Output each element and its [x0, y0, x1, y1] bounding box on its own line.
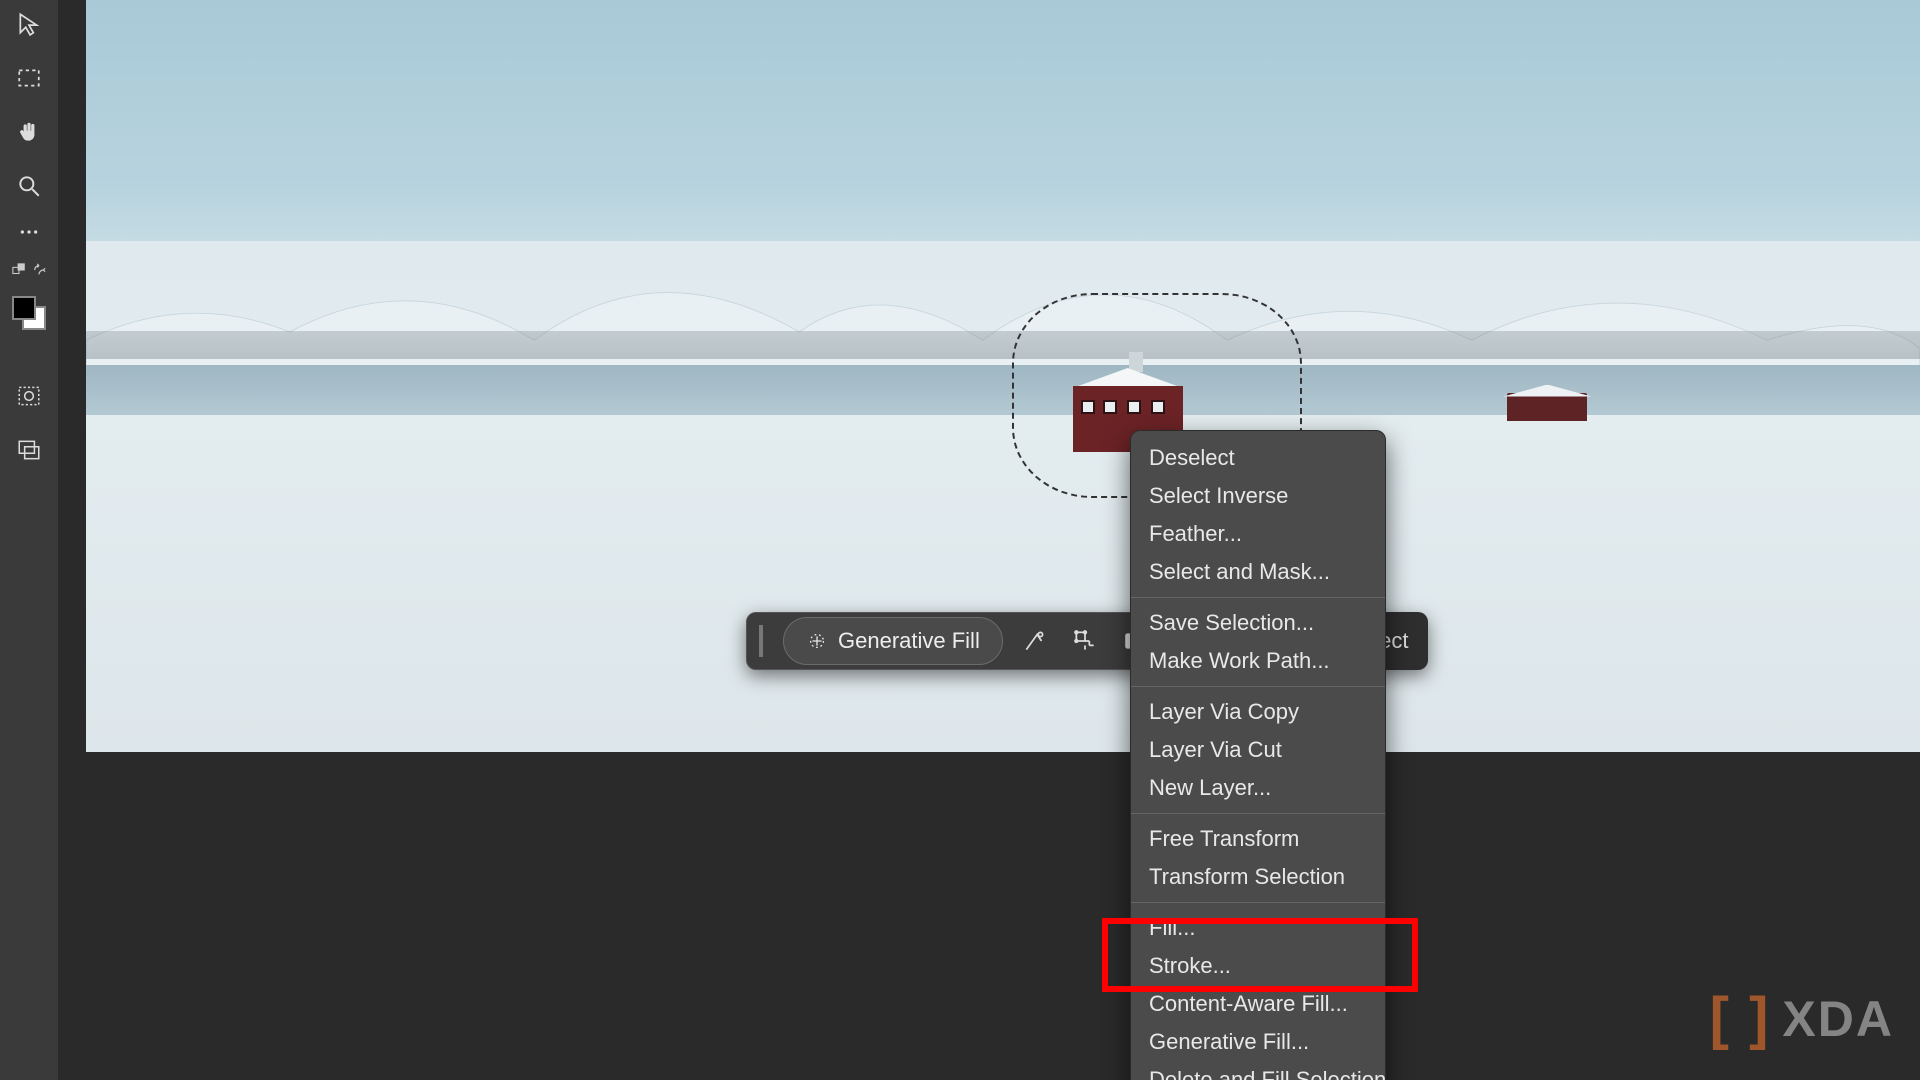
ctxmenu-item[interactable]: Free Transform	[1131, 820, 1385, 858]
ctxmenu-item[interactable]: Generative Fill...	[1131, 1023, 1385, 1061]
ctxmenu-item[interactable]: Transform Selection	[1131, 858, 1385, 896]
selection-context-menu: DeselectSelect InverseFeather...Select a…	[1130, 430, 1386, 1080]
default-swap-colors[interactable]	[9, 258, 49, 282]
screen-mode-icon[interactable]	[9, 430, 49, 470]
xda-watermark-text: XDA	[1782, 990, 1894, 1048]
taskbar-drag-handle[interactable]	[759, 625, 763, 657]
zoom-tool-icon[interactable]	[9, 166, 49, 206]
modify-selection-icon[interactable]	[1067, 623, 1103, 659]
tools-sidebar	[0, 0, 58, 1080]
ctxmenu-separator	[1131, 902, 1385, 903]
hand-tool-icon[interactable]	[9, 112, 49, 152]
ctxmenu-separator	[1131, 686, 1385, 687]
ctxmenu-item[interactable]: Save Selection...	[1131, 604, 1385, 642]
foreground-background-color-chips[interactable]	[12, 296, 46, 330]
contextual-task-bar: Generative Fill	[746, 612, 1166, 670]
xda-watermark: [ ] XDA	[1710, 985, 1894, 1052]
more-tools-icon[interactable]	[9, 220, 49, 244]
ctxmenu-item[interactable]: Stroke...	[1131, 947, 1385, 985]
quick-mask-icon[interactable]	[9, 376, 49, 416]
sparkle-icon	[806, 630, 828, 652]
ctxmenu-separator	[1131, 597, 1385, 598]
ctxmenu-item[interactable]: Content-Aware Fill...	[1131, 985, 1385, 1023]
image-shoreline	[86, 331, 1920, 359]
ctxmenu-item[interactable]: Layer Via Cut	[1131, 731, 1385, 769]
ctxmenu-item[interactable]: New Layer...	[1131, 769, 1385, 807]
ctxmenu-item[interactable]: Make Work Path...	[1131, 642, 1385, 680]
xda-bracket-icon: [ ]	[1710, 985, 1771, 1052]
move-tool-icon[interactable]	[9, 4, 49, 44]
image-outbuilding	[1507, 393, 1587, 421]
ctxmenu-item[interactable]: Layer Via Copy	[1131, 693, 1385, 731]
ctxmenu-item[interactable]: Fill...	[1131, 909, 1385, 947]
select-subject-icon[interactable]	[1017, 623, 1053, 659]
image-snow	[86, 415, 1920, 752]
ctxmenu-item[interactable]: Select Inverse	[1131, 477, 1385, 515]
ctxmenu-separator	[1131, 813, 1385, 814]
ctxmenu-item[interactable]: Deselect	[1131, 439, 1385, 477]
marquee-tool-icon[interactable]	[9, 58, 49, 98]
foreground-color-chip[interactable]	[12, 296, 36, 320]
ctxmenu-item[interactable]: Select and Mask...	[1131, 553, 1385, 591]
image-water	[86, 365, 1920, 423]
ctxmenu-item[interactable]: Delete and Fill Selection	[1131, 1061, 1385, 1080]
generative-fill-label: Generative Fill	[838, 628, 980, 654]
ctxmenu-item[interactable]: Feather...	[1131, 515, 1385, 553]
generative-fill-button[interactable]: Generative Fill	[783, 617, 1003, 665]
